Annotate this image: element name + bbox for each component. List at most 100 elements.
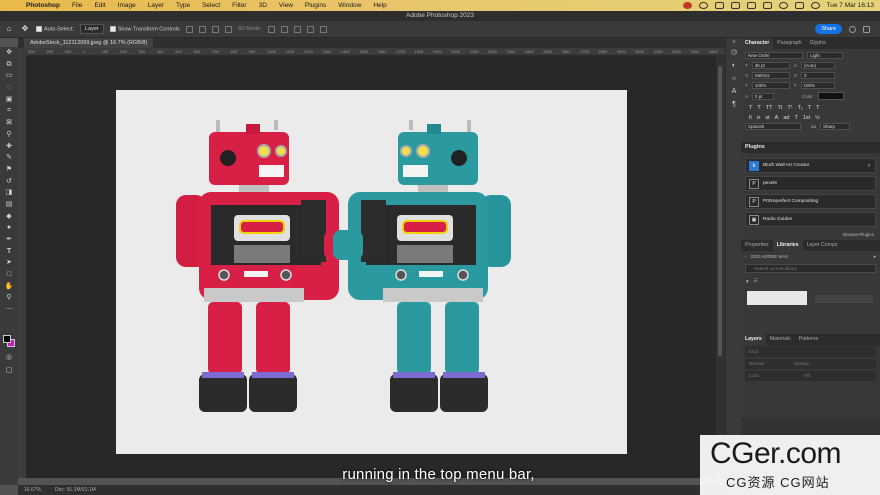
all-caps-button[interactable]: TT (766, 105, 773, 111)
tab-glyphs[interactable]: Glyphs (805, 38, 829, 49)
font-size-field[interactable]: 36 pt (751, 62, 790, 69)
collapse-icon[interactable]: » (726, 38, 742, 46)
menubar-app-icon-2[interactable] (730, 2, 740, 9)
path-select-tool-icon[interactable]: ➤ (0, 257, 18, 269)
share-button[interactable]: Share (815, 24, 842, 34)
titling-button[interactable]: ad (783, 115, 789, 121)
baseline-shift-field[interactable]: 0 pt (752, 92, 775, 100)
screen-mode-icon[interactable]: ▢ (0, 365, 18, 377)
faux-italic-button[interactable]: T (757, 105, 760, 111)
eyedropper-tool-icon[interactable]: ⚲ (0, 129, 18, 141)
scrollbar-thumb[interactable] (718, 66, 722, 356)
lasso-tool-icon[interactable]: ◌ (0, 82, 18, 94)
swash-button[interactable]: st (765, 115, 769, 121)
plugin-compositing[interactable]: P P00mperfect Compositing (745, 194, 876, 209)
canvas-vertical-scrollbar[interactable] (716, 56, 725, 478)
list-view-icon[interactable]: ☰ (753, 278, 757, 284)
quick-mask-icon[interactable]: ◎ (0, 352, 18, 364)
wifi-icon[interactable] (778, 2, 788, 9)
layer-kind-filter[interactable]: Kind (745, 347, 876, 357)
sync-icon[interactable] (698, 2, 708, 9)
tab-character[interactable]: Character (741, 38, 774, 49)
blur-tool-icon[interactable]: ◆ (0, 211, 18, 223)
language-dropdown[interactable]: Spanish (745, 123, 801, 130)
tab-layers[interactable]: Layers (741, 334, 766, 345)
3d-slide-icon[interactable] (306, 25, 314, 33)
artboard-tool-icon[interactable]: ⧉ (0, 59, 18, 71)
underline-button[interactable]: T (808, 105, 811, 111)
filter-icon[interactable]: ▼ (745, 279, 749, 284)
menu-select[interactable]: Select (196, 2, 226, 9)
kerning-field[interactable]: Metrics (752, 72, 791, 79)
stylistic-button[interactable]: A (775, 115, 779, 121)
document-tab[interactable]: AdobeStock_112112069.jpeg @ 16.7% (RGB/8… (24, 38, 154, 48)
font-family-dropdown[interactable]: New Order (745, 52, 803, 59)
menu-filter[interactable]: Filter (226, 2, 252, 9)
zoom-readout[interactable]: 16.67% (24, 485, 41, 495)
marquee-tool-icon[interactable]: ▭ (0, 70, 18, 82)
menu-type[interactable]: Type (170, 2, 196, 9)
move-tool-icon[interactable]: ✥ (0, 47, 18, 59)
dodge-tool-icon[interactable]: ● (0, 222, 18, 234)
menu-window[interactable]: Window (332, 2, 367, 9)
3d-scale-icon[interactable] (319, 25, 327, 33)
auto-select-toggle[interactable]: Auto-Select: (36, 25, 74, 32)
hand-tool-icon[interactable]: ✋ (0, 281, 18, 293)
tab-patterns[interactable]: Patterns (795, 334, 822, 345)
text-color-swatch[interactable] (818, 92, 845, 100)
library-search-input[interactable]: Search current library (745, 264, 876, 273)
frame-tool-icon[interactable]: ⊠ (0, 117, 18, 129)
home-icon[interactable]: ⌂ (4, 24, 14, 34)
menu-image[interactable]: Image (112, 2, 142, 9)
doc-size-readout[interactable]: Doc: 91.1M/91.1M (55, 485, 96, 495)
align-left-icon[interactable] (185, 25, 193, 33)
leading-field[interactable]: (Auto) (800, 62, 835, 69)
control-center-icon[interactable] (794, 2, 804, 9)
foreground-color-swatch[interactable] (3, 335, 11, 343)
tab-libraries[interactable]: Libraries (772, 240, 803, 251)
spotlight-icon[interactable] (810, 2, 820, 9)
plugins-header[interactable]: Plugins (741, 142, 880, 153)
canvas-area[interactable] (26, 56, 716, 478)
workspace-icon[interactable] (863, 26, 870, 33)
menu-plugins[interactable]: Plugins (299, 2, 332, 9)
healing-brush-tool-icon[interactable]: ✚ (0, 141, 18, 153)
align-center-icon[interactable] (198, 25, 206, 33)
plugin-blurb[interactable]: b Blurb Wall Art Creator › (745, 158, 876, 173)
library-asset-thumbnail[interactable] (747, 291, 807, 305)
blend-mode-dropdown[interactable]: Normal Opacity: (745, 359, 876, 369)
history-brush-tool-icon[interactable]: ↺ (0, 176, 18, 188)
strikethrough-button[interactable]: T (816, 105, 819, 111)
menu-3d[interactable]: 3D (253, 2, 273, 9)
browse-plugins-link[interactable]: Browse Plugins (741, 230, 880, 240)
menubar-app-icon[interactable] (714, 2, 724, 9)
rectangle-tool-icon[interactable]: □ (0, 269, 18, 281)
menu-edit[interactable]: Edit (88, 2, 111, 9)
battery-icon[interactable] (746, 2, 756, 9)
auto-select-target-dropdown[interactable]: Layer (79, 24, 104, 34)
oldstyle-button[interactable]: ơ (757, 115, 761, 121)
menubar-clock[interactable]: Tue 7 Mar 16:13 (827, 2, 874, 9)
vertical-scale-field[interactable]: 100% (751, 82, 790, 89)
zoom-tool-icon[interactable]: ⚲ (0, 292, 18, 304)
faux-bold-button[interactable]: T (749, 105, 752, 111)
eraser-tool-icon[interactable]: ◨ (0, 187, 18, 199)
color-panel-icon[interactable]: ◐ (726, 59, 742, 72)
menu-app-name[interactable]: Photoshop (20, 2, 66, 9)
ordinals-button[interactable]: T (794, 115, 797, 121)
auto-select-checkbox[interactable] (36, 25, 42, 32)
menubar-utility-icon[interactable] (762, 2, 772, 9)
menu-view[interactable]: View (273, 2, 299, 9)
tracking-field[interactable]: 0 (801, 72, 836, 79)
crop-tool-icon[interactable]: ⌗ (0, 105, 18, 117)
menu-file[interactable]: File (66, 2, 88, 9)
creative-cloud-status-icon[interactable] (682, 2, 692, 9)
library-user-icon[interactable]: ● (873, 254, 876, 259)
chevron-left-icon[interactable]: ‹ (745, 254, 747, 259)
align-right-icon[interactable] (211, 25, 219, 33)
tab-paragraph[interactable]: Paragraph (773, 38, 805, 49)
brush-tool-icon[interactable]: ✎ (0, 152, 18, 164)
subscript-button[interactable]: T₁ (798, 105, 803, 111)
character-panel-icon[interactable]: A (726, 85, 742, 98)
align-top-icon[interactable] (224, 25, 232, 33)
